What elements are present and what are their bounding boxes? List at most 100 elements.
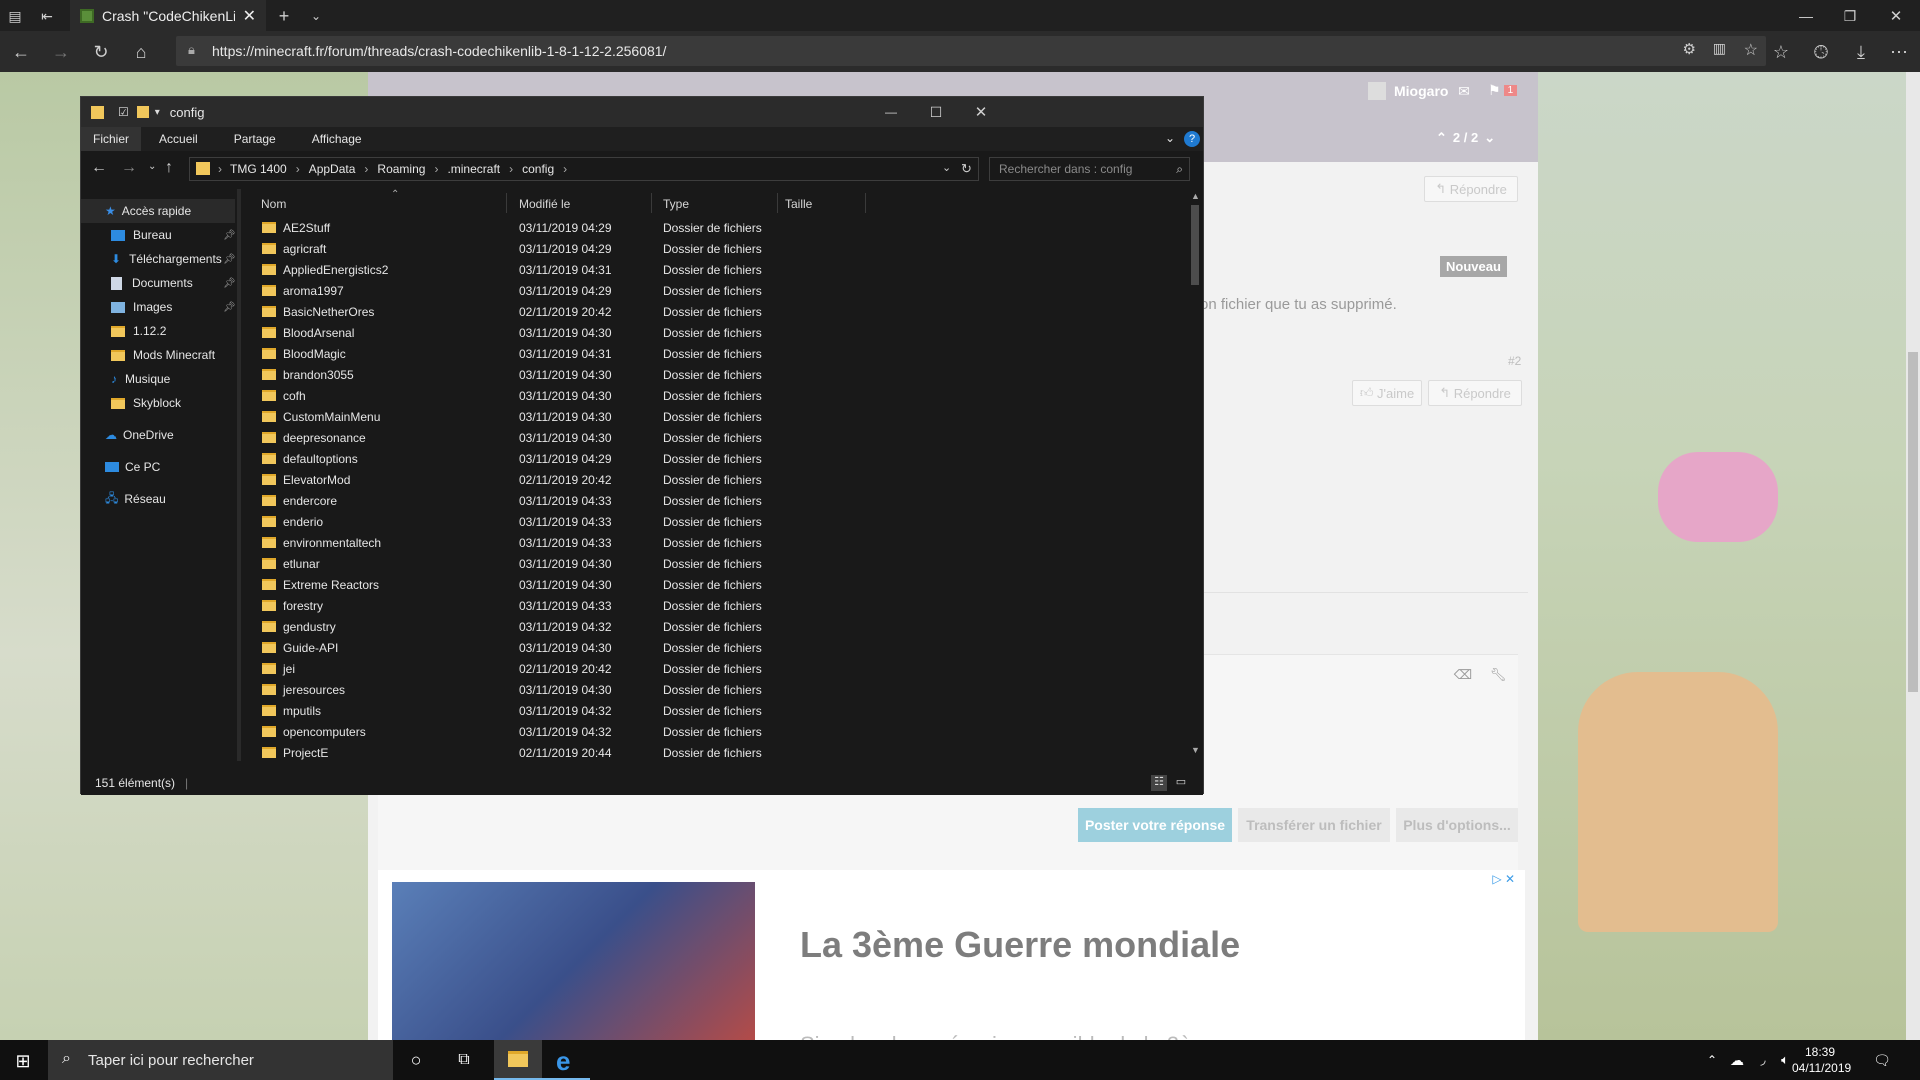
column-divider[interactable] [777, 193, 778, 213]
ad-choices-icon[interactable]: ▷ ✕ [1492, 872, 1515, 886]
refresh-icon[interactable]: ↻ [88, 39, 114, 65]
ad-map-image[interactable] [392, 882, 755, 1040]
minimize-icon[interactable]: — [1794, 4, 1818, 28]
sidebar-item-onedrive[interactable]: ☁ OneDrive [81, 423, 174, 447]
favorites-icon[interactable]: ☆ [1768, 39, 1794, 65]
pagination[interactable]: ⌃ 2 / 2 ⌄ [1436, 130, 1495, 146]
explorer-minimize-icon[interactable]: — [881, 102, 901, 122]
reading-view-icon[interactable]: ▥ [1713, 40, 1726, 57]
forward-icon[interactable]: → [48, 39, 74, 65]
file-row[interactable]: brandon3055 03/11/2019 04:30 Dossier de fi… [241, 364, 1187, 385]
sidebar-item-skyblock[interactable]: Skyblock [81, 391, 181, 415]
wrench-icon[interactable]: 🔧︎ [1488, 665, 1508, 685]
file-row[interactable]: Extreme Reactors 03/11/2019 04:30 Dossier … [241, 574, 1187, 595]
windows-start-icon[interactable]: ⊞ [12, 1050, 34, 1072]
file-row[interactable]: ElevatorMod 02/11/2019 20:42 Dossier de fi… [241, 469, 1187, 490]
ribbon-expand-chevron-icon[interactable]: ⌄ [1165, 131, 1175, 145]
action-center-icon[interactable]: 🗨︎ [1870, 1050, 1894, 1070]
column-type[interactable]: Type [663, 197, 689, 211]
file-row[interactable]: forestry 03/11/2019 04:33 Dossier de fichi… [241, 595, 1187, 616]
explorer-refresh-icon[interactable]: ↻ [961, 161, 972, 177]
tab-list-chevron-icon[interactable]: ⌄ [304, 4, 328, 28]
file-row[interactable]: agricraft 03/11/2019 04:29 Dossier de fich… [241, 238, 1187, 259]
wifi-icon[interactable]: ◞ [1752, 1050, 1774, 1070]
upload-file-button[interactable]: Transférer un fichier [1238, 808, 1390, 842]
column-divider[interactable] [506, 193, 507, 213]
sidebar-item-reseau[interactable]: 🖧︎ Réseau [81, 487, 166, 511]
column-divider[interactable] [651, 193, 652, 213]
reply-button-top[interactable]: ↰ Répondre [1424, 176, 1518, 202]
file-row[interactable]: mputils 03/11/2019 04:32 Dossier de fichie… [241, 700, 1187, 721]
address-bar[interactable]: 🔒︎ https://minecraft.fr/forum/threads/cr… [176, 36, 1766, 66]
crumb-minecraft[interactable]: .minecraft [447, 162, 500, 176]
pin-icon[interactable]: 📌︎ [223, 302, 235, 313]
more-options-button[interactable]: Plus d'options... [1396, 808, 1518, 842]
taskbar-edge[interactable]: e [542, 1040, 590, 1080]
cortana-icon[interactable]: ○ [404, 1048, 428, 1072]
file-row[interactable]: BloodArsenal 03/11/2019 04:30 Dossier de f… [241, 322, 1187, 343]
recent-locations-chevron-icon[interactable]: ⌄ [148, 161, 156, 172]
crumb-tmg1400[interactable]: TMG 1400 [230, 162, 287, 176]
favorite-star-icon[interactable]: ☆ [1744, 40, 1758, 60]
details-view-icon[interactable]: ☷ [1151, 775, 1167, 791]
pin-icon[interactable]: 📌︎ [223, 253, 235, 265]
explorer-back-icon[interactable]: ← [91, 159, 107, 177]
pin-icon[interactable]: 📌︎ [223, 278, 235, 289]
post-reply-button[interactable]: Poster votre réponse [1078, 808, 1232, 842]
pin-icon[interactable]: 📌︎ [223, 230, 235, 241]
file-row[interactable]: deepresonance 03/11/2019 04:30 Dossier de … [241, 427, 1187, 448]
messages-icon[interactable]: ✉ [1454, 80, 1474, 102]
file-row[interactable]: opencomputers 03/11/2019 04:32 Dossier de … [241, 721, 1187, 742]
file-row[interactable]: BloodMagic 03/11/2019 04:31 Dossier de fic… [241, 343, 1187, 364]
properties-quick-icon[interactable]: ☑ [118, 105, 129, 119]
home-icon[interactable]: ⌂ [128, 39, 154, 65]
set-aside-tabs-icon[interactable]: ⇤ [36, 6, 58, 26]
file-row[interactable]: Guide-API 03/11/2019 04:30 Dossier de fich… [241, 637, 1187, 658]
alerts-button[interactable]: ⚑ 1 [1488, 82, 1518, 99]
file-row[interactable]: environmentaltech 03/11/2019 04:33 Dossier… [241, 532, 1187, 553]
reply-button[interactable]: ↰ Répondre [1428, 380, 1522, 406]
close-window-icon[interactable]: ✕ [1884, 4, 1908, 28]
crumb-roaming[interactable]: Roaming [377, 162, 425, 176]
page-scrollbar-thumb[interactable] [1908, 352, 1918, 692]
page-scrollbar[interactable] [1906, 72, 1920, 1040]
onedrive-tray-icon[interactable]: ☁ [1726, 1050, 1748, 1070]
column-modified[interactable]: Modifié le [519, 197, 570, 211]
column-divider[interactable] [865, 193, 866, 213]
file-row[interactable]: defaultoptions 03/11/2019 04:29 Dossier de… [241, 448, 1187, 469]
column-name[interactable]: Nom [261, 197, 286, 211]
file-row[interactable]: aroma1997 03/11/2019 04:29 Dossier de fich… [241, 280, 1187, 301]
help-icon[interactable]: ? [1184, 131, 1200, 147]
history-icon[interactable]: 🕓︎ [1808, 39, 1834, 65]
taskbar-file-explorer[interactable] [494, 1040, 542, 1080]
scroll-up-icon[interactable]: ▲ [1191, 191, 1200, 201]
explorer-search-input[interactable]: Rechercher dans : config ⌕ [989, 157, 1190, 181]
new-tab-icon[interactable]: + [272, 4, 296, 28]
file-row[interactable]: jeresources 03/11/2019 04:30 Dossier de fi… [241, 679, 1187, 700]
clock[interactable]: 18:39 04/11/2019 [1792, 1044, 1851, 1076]
file-list-scrollbar[interactable]: ▲ ▼ [1187, 189, 1203, 761]
post-number[interactable]: #2 [1508, 354, 1521, 368]
sidebar-item-documents[interactable]: Documents 📌︎ [81, 271, 235, 295]
address-history-chevron-icon[interactable]: ⌄ [942, 161, 951, 174]
sidebar-item-images[interactable]: Images 📌︎ [81, 295, 235, 319]
file-row[interactable]: endercore 03/11/2019 04:33 Dossier de fich… [241, 490, 1187, 511]
tab-accueil[interactable]: Accueil [141, 127, 216, 151]
sidebar-item-ce-pc[interactable]: Ce PC [81, 455, 160, 479]
ad-title[interactable]: La 3ème Guerre mondiale [800, 924, 1240, 966]
sidebar-item-bureau[interactable]: Bureau 📌︎ [81, 223, 235, 247]
file-row[interactable]: CustomMainMenu 03/11/2019 04:30 Dossier de… [241, 406, 1187, 427]
file-row[interactable]: cofh 03/11/2019 04:30 Dossier de fichiers [241, 385, 1187, 406]
crumb-config[interactable]: config [522, 162, 554, 176]
file-row[interactable]: jei 02/11/2019 20:42 Dossier de fichiers [241, 658, 1187, 679]
page-down-icon[interactable]: ⌄ [1484, 130, 1495, 146]
explorer-maximize-icon[interactable]: ☐ [926, 102, 946, 122]
new-folder-quick-icon[interactable] [136, 106, 149, 118]
sidebar-item-1-12-2[interactable]: 1.12.2 [81, 319, 166, 343]
explorer-forward-icon[interactable]: → [121, 159, 137, 177]
sidebar-item-musique[interactable]: ♪ Musique [81, 367, 170, 391]
sidebar-item-mods-minecraft[interactable]: Mods Minecraft [81, 343, 215, 367]
scrollbar-thumb[interactable] [1191, 205, 1199, 285]
column-size[interactable]: Taille [785, 197, 812, 211]
tab-affichage[interactable]: Affichage [294, 127, 380, 151]
